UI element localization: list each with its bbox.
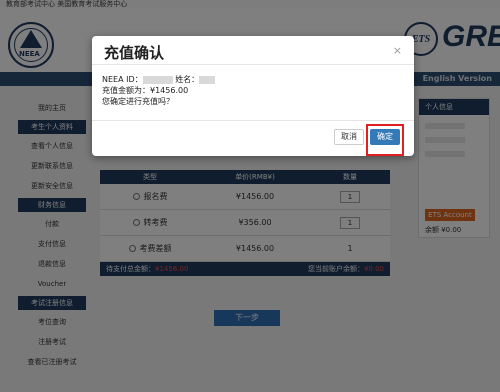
close-icon[interactable]: × [393,44,402,57]
redacted-id [142,75,173,84]
redacted-name [199,75,216,84]
divider [92,64,414,65]
name-label: 姓名： [175,75,200,84]
confirm-question: 您确定进行充值吗？ [102,97,174,106]
dialog-title: 充值确认 [104,44,165,62]
cancel-button[interactable]: 取消 [334,129,364,145]
neea-id-label: NEEA ID： [102,75,143,84]
highlight-box [366,124,404,156]
dialog-body: NEEA ID： 姓名： 充值金额为：¥1456.00 您确定进行充值吗？ [102,74,216,107]
amount-text: 充值金额为：¥1456.00 [102,86,189,95]
divider [92,120,414,121]
